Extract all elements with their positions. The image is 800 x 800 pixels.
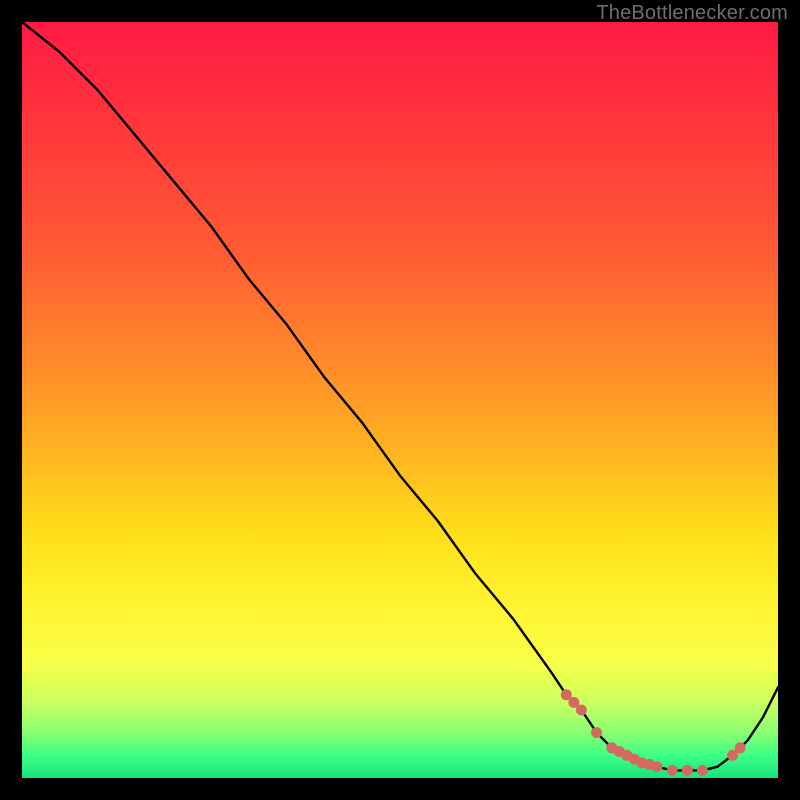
chart-frame: TheBottlenecker.com [0,0,800,800]
curve-line [22,22,778,770]
curve-marker [667,765,678,776]
plot-area [22,22,778,778]
curve-marker [735,742,746,753]
curve-marker [591,727,602,738]
attribution-text: TheBottlenecker.com [596,2,788,25]
curve-marker [682,765,693,776]
bottleneck-curve [22,22,778,778]
curve-marker [652,761,663,772]
curve-marker [697,765,708,776]
curve-marker [576,705,587,716]
curve-markers [561,689,746,776]
